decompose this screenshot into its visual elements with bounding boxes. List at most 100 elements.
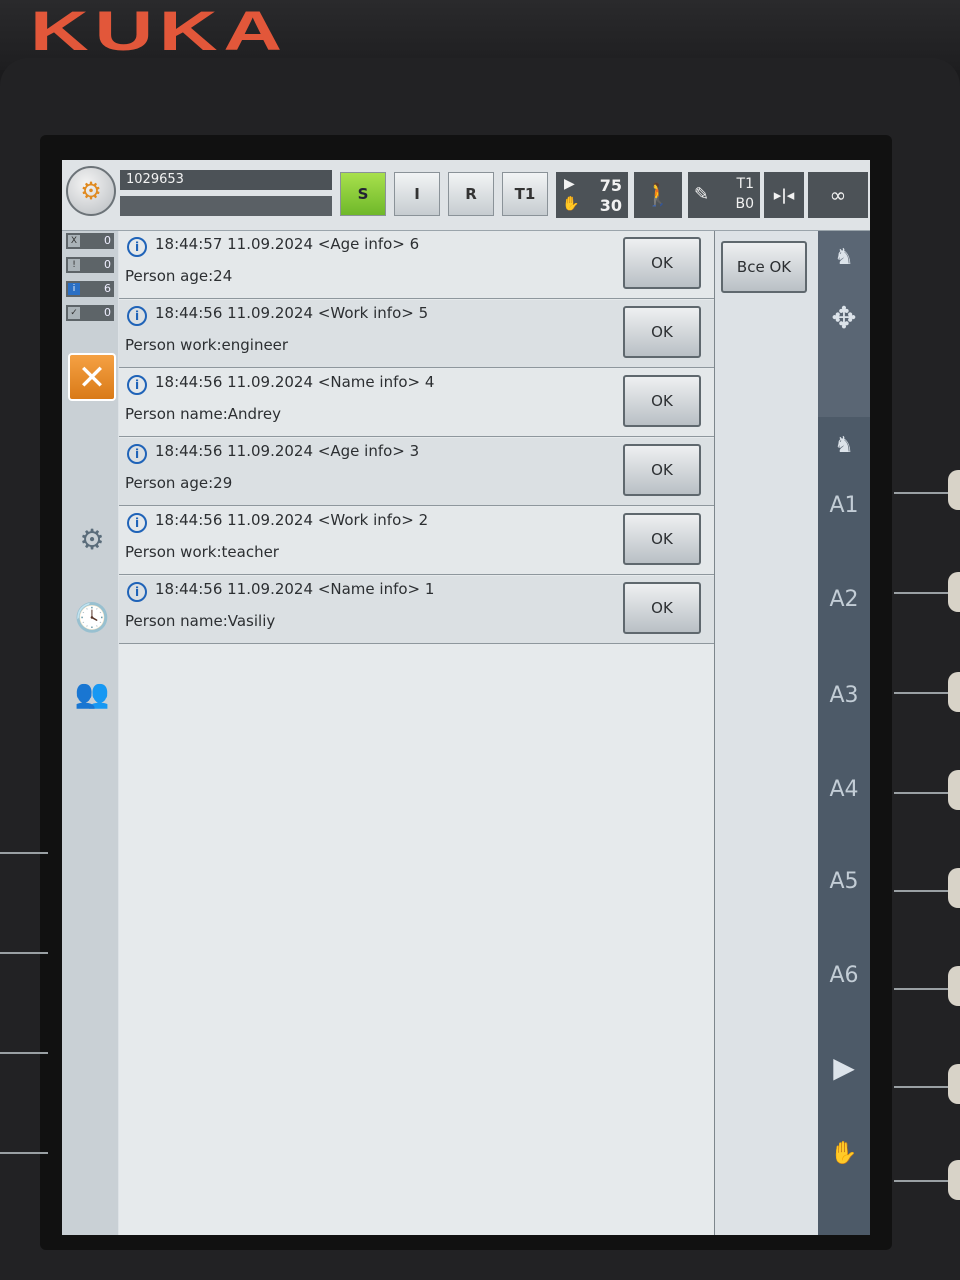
all-ok-button[interactable]: Все OK xyxy=(721,241,807,293)
ok-button[interactable]: OK xyxy=(623,375,701,427)
info-icon: i xyxy=(127,237,147,257)
message-module: <Age info> xyxy=(317,235,405,253)
hardware-key-line xyxy=(894,792,948,794)
infinity-icon: ∞ xyxy=(829,183,847,207)
message-header: 18:44:56 11.09.2024 <Name info> 1 xyxy=(155,580,434,598)
hardware-jog-key[interactable] xyxy=(948,470,960,510)
jog-keys-panel: ♞ ✥ ♞ A1 A2 A3 A4 A5 A6 ▶ ✋ xyxy=(818,231,870,1235)
error-counter[interactable]: X0 xyxy=(66,233,114,249)
axis-jog-icon[interactable]: ♞ xyxy=(818,433,870,458)
hardware-jog-key[interactable] xyxy=(948,1064,960,1104)
message-text: Person work:teacher xyxy=(125,543,279,561)
robot-name-field[interactable]: 1029653 xyxy=(120,170,332,190)
ok-button[interactable]: OK xyxy=(623,582,701,634)
ack-count: 0 xyxy=(104,306,111,319)
ack-icon: ✓ xyxy=(68,307,80,319)
hardware-jog-key[interactable] xyxy=(948,672,960,712)
hardware-jog-key[interactable] xyxy=(948,1160,960,1200)
program-run-mode-button[interactable]: 🚶 xyxy=(634,172,682,218)
kuka-logo: KUKA xyxy=(30,0,288,62)
hardware-jog-key[interactable] xyxy=(948,868,960,908)
warning-counter[interactable]: ! 0 xyxy=(66,257,114,273)
submit-interpreter-button[interactable]: S xyxy=(340,172,386,216)
tool-label: T1 xyxy=(736,176,754,192)
message-module: <Work info> xyxy=(317,304,414,322)
message-time: 18:44:56 11.09.2024 xyxy=(155,580,314,598)
operating-mode-button[interactable]: T1 xyxy=(502,172,548,216)
play-icon: ▶ xyxy=(564,176,575,192)
left-toolbar: X0 ! 0 i6 ✓ 0 ✕ ⚙ 🕓 👥 xyxy=(62,231,118,1235)
hardware-key-line xyxy=(894,492,948,494)
axis-label-a5: A5 xyxy=(829,869,859,894)
status-bar: ⚙ 1029653 S I R T1 ▶ ✋ 75 30 🚶 ✎ T1 B0 ▸… xyxy=(62,160,870,231)
hardware-jog-key[interactable] xyxy=(948,770,960,810)
message-window: i 18:44:57 11.09.2024 <Age info> 6 Perso… xyxy=(119,231,716,1235)
ok-button[interactable]: OK xyxy=(623,306,701,358)
message-row: i 18:44:56 11.09.2024 <Work info> 2 Pers… xyxy=(119,507,714,575)
axis-label-a2: A2 xyxy=(829,587,859,612)
settings-gear-icon[interactable]: ⚙ xyxy=(70,517,114,561)
info-icon: i xyxy=(127,444,147,464)
main-menu-button[interactable]: ⚙ xyxy=(66,166,116,216)
hardware-key-line xyxy=(0,952,48,954)
jog-hand-icon[interactable]: ✋ xyxy=(818,1141,870,1166)
error-count: 0 xyxy=(104,234,111,247)
message-text: Person name:Vasiliy xyxy=(125,612,276,630)
message-row: i 18:44:56 11.09.2024 <Work info> 5 Pers… xyxy=(119,300,714,368)
jog-override-value: 30 xyxy=(599,196,622,215)
incremental-icon: ▸|◂ xyxy=(773,186,795,204)
message-text: Person name:Andrey xyxy=(125,405,281,423)
info-counter[interactable]: i6 xyxy=(66,281,114,297)
error-icon: X xyxy=(68,235,80,247)
robot-jog-icon[interactable]: ♞ xyxy=(818,245,870,270)
axis-label-a4: A4 xyxy=(829,777,859,802)
message-module: <Age info> xyxy=(317,442,405,460)
jog-hand-icon: ✋ xyxy=(562,196,580,212)
close-messages-button[interactable]: ✕ xyxy=(68,353,116,401)
ok-button[interactable]: OK xyxy=(623,444,701,496)
ok-button[interactable]: OK xyxy=(623,513,701,565)
tool-base-button[interactable]: ✎ T1 B0 xyxy=(688,172,760,218)
robot-interpreter-button[interactable]: R xyxy=(448,172,494,216)
message-number: 6 xyxy=(409,235,420,253)
ok-button[interactable]: OK xyxy=(623,237,701,289)
tool-icon: ✎ xyxy=(694,184,710,205)
user-group-icon[interactable]: 👥 xyxy=(70,671,114,715)
hardware-jog-key[interactable] xyxy=(948,572,960,612)
jog-space-mouse-icon[interactable]: ✥ xyxy=(818,301,870,336)
hardware-jog-key[interactable] xyxy=(948,966,960,1006)
program-override-value: 75 xyxy=(599,176,622,195)
smartpad-screen: ⚙ 1029653 S I R T1 ▶ ✋ 75 30 🚶 ✎ T1 B0 ▸… xyxy=(62,160,870,1235)
message-number: 1 xyxy=(424,580,435,598)
message-module: <Name info> xyxy=(317,373,421,391)
hardware-key-line xyxy=(0,1152,48,1154)
message-row: i 18:44:56 11.09.2024 <Age info> 3 Perso… xyxy=(119,438,714,506)
message-time: 18:44:56 11.09.2024 xyxy=(155,373,314,391)
message-header: 18:44:57 11.09.2024 <Age info> 6 xyxy=(155,235,419,253)
override-button[interactable]: ▶ ✋ 75 30 xyxy=(556,172,628,218)
hardware-key-line xyxy=(894,1086,948,1088)
message-number: 5 xyxy=(418,304,429,322)
message-time: 18:44:56 11.09.2024 xyxy=(155,511,314,529)
drives-button[interactable]: I xyxy=(394,172,440,216)
warning-count: 0 xyxy=(104,258,111,271)
robot-arm-icon: ⚙ xyxy=(80,177,102,205)
hardware-key-line xyxy=(0,852,48,854)
info-icon: i xyxy=(127,375,147,395)
info-icon: i xyxy=(127,306,147,326)
message-row: i 18:44:56 11.09.2024 <Name info> 4 Pers… xyxy=(119,369,714,437)
robot-status-field[interactable] xyxy=(120,196,332,216)
hardware-key-line xyxy=(894,1180,948,1182)
clock-icon[interactable]: 🕓 xyxy=(70,595,114,639)
start-play-icon[interactable]: ▶ xyxy=(818,1051,870,1084)
message-time: 18:44:56 11.09.2024 xyxy=(155,304,314,322)
base-label: B0 xyxy=(735,196,754,212)
jog-continuous-button[interactable]: ∞ xyxy=(808,172,868,218)
message-text: Person age:29 xyxy=(125,474,233,492)
message-time: 18:44:56 11.09.2024 xyxy=(155,442,314,460)
hardware-key-line xyxy=(894,592,948,594)
incremental-jog-button[interactable]: ▸|◂ xyxy=(764,172,804,218)
ack-counter[interactable]: ✓ 0 xyxy=(66,305,114,321)
hardware-key-line xyxy=(894,890,948,892)
message-module: <Name info> xyxy=(317,580,421,598)
